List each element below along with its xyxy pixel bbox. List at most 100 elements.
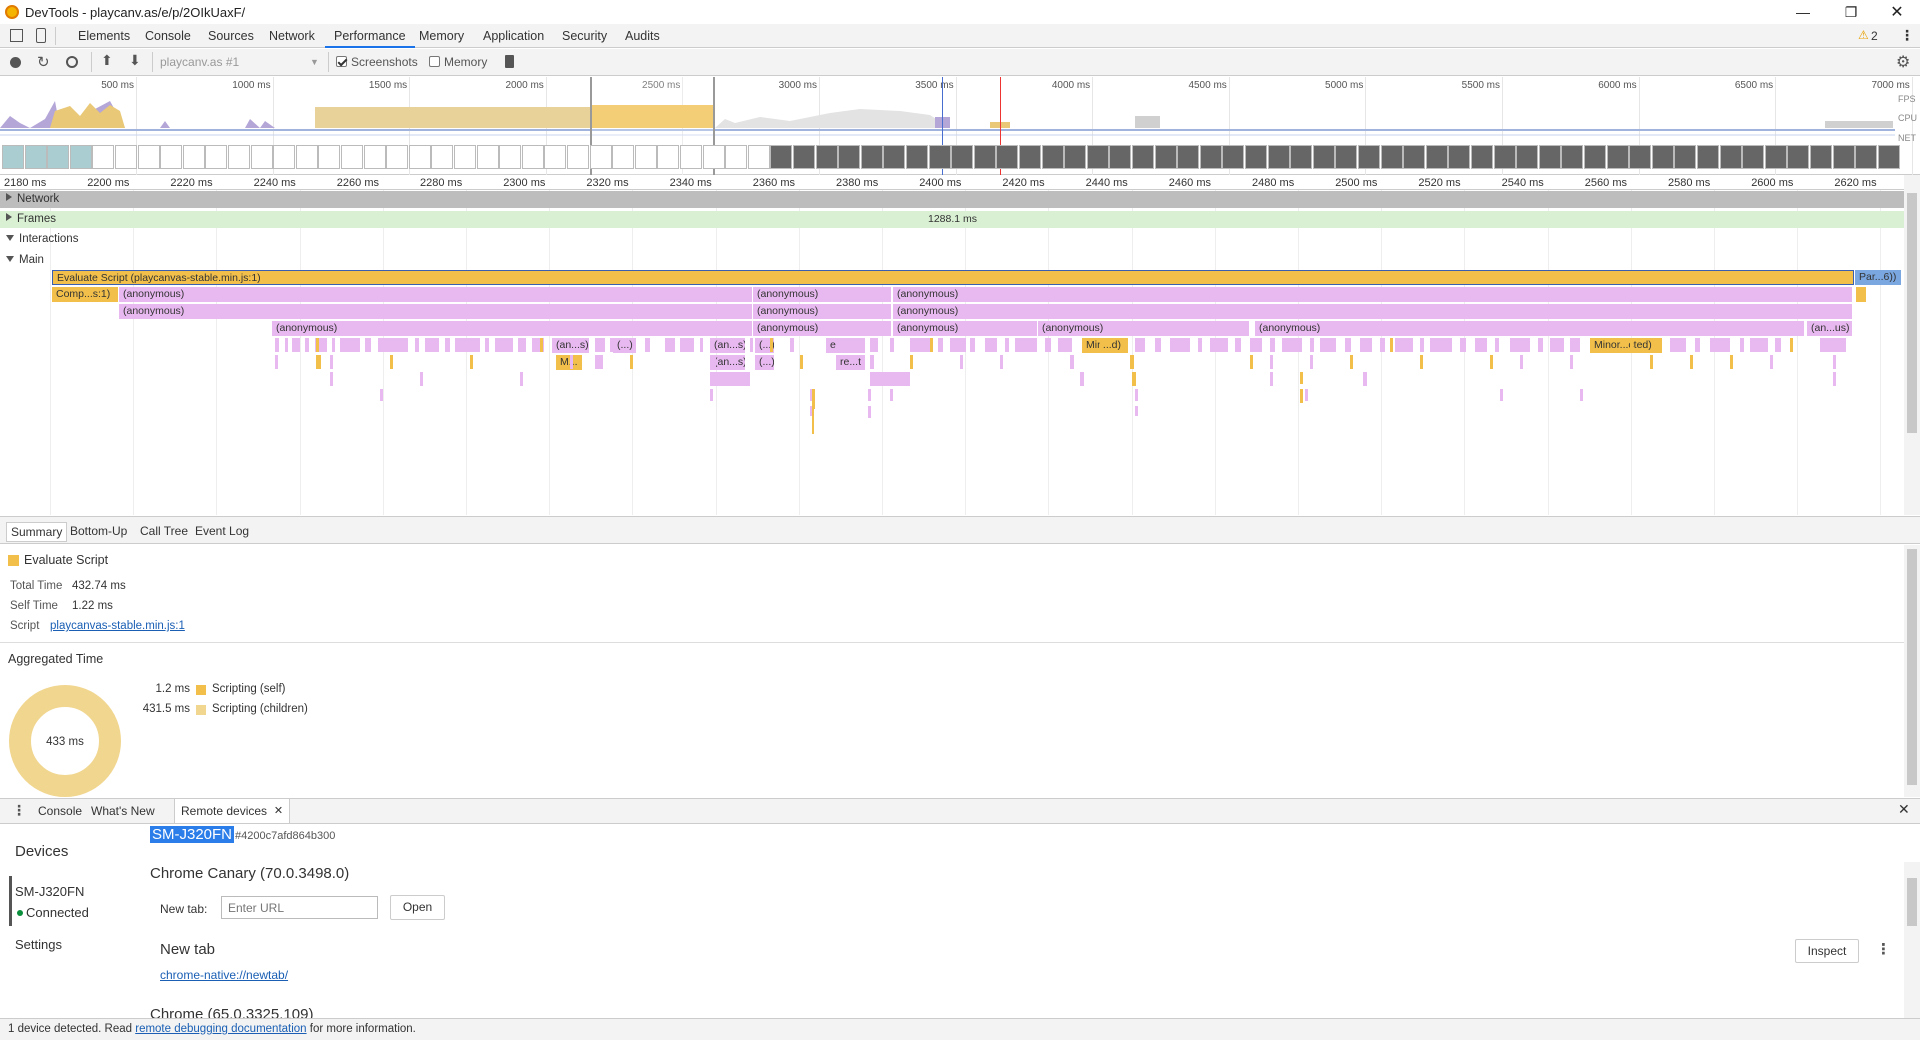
warning-count[interactable]: 2: [1871, 29, 1878, 43]
screenshot-thumbnail[interactable]: [1855, 145, 1878, 169]
screenshot-thumbnail[interactable]: [973, 145, 996, 169]
device-toolbar-icon[interactable]: [36, 28, 46, 43]
screenshot-thumbnail[interactable]: [1177, 145, 1200, 169]
chevron-down-icon[interactable]: ▼: [310, 57, 319, 67]
screenshot-thumbnail[interactable]: [634, 145, 657, 169]
screenshot-thumbnail[interactable]: [1132, 145, 1154, 169]
screenshot-thumbnail[interactable]: [318, 145, 341, 169]
capture-settings-gear-icon[interactable]: ⚙: [1896, 52, 1910, 72]
evaluate-script-event[interactable]: Evaluate Script (playcanvas-stable.min.j…: [52, 270, 1854, 285]
screenshot-thumbnail[interactable]: [793, 145, 815, 169]
remote-scrollbar[interactable]: [1904, 862, 1920, 1018]
tab-performance[interactable]: Performance: [325, 24, 415, 48]
screenshot-thumbnail[interactable]: [1086, 145, 1109, 169]
tab-console[interactable]: Console: [136, 24, 200, 48]
tab-network[interactable]: Network: [260, 24, 324, 48]
screenshot-thumbnail[interactable]: [1403, 145, 1426, 169]
screenshot-thumbnail[interactable]: [1448, 145, 1471, 169]
screenshot-thumbnail[interactable]: [702, 145, 725, 169]
drawer-tab-remote-devices[interactable]: Remote devices ✕: [174, 799, 291, 823]
reload-record-icon[interactable]: ↻: [37, 53, 50, 71]
inspect-element-icon[interactable]: [10, 29, 23, 42]
scrollbar-thumb[interactable]: [1907, 878, 1917, 926]
tab-sources[interactable]: Sources: [199, 24, 263, 48]
screenshot-thumbnail[interactable]: [1787, 145, 1810, 169]
flamechart-scrollbar[interactable]: [1904, 175, 1920, 515]
anonymous-event[interactable]: (anonymous): [893, 304, 1853, 319]
small-event[interactable]: [1856, 287, 1866, 302]
screenshot-thumbnail[interactable]: [1290, 145, 1313, 169]
sidebar-settings[interactable]: Settings: [15, 937, 62, 952]
screenshot-thumbnail[interactable]: [1019, 145, 1041, 169]
screenshot-thumbnail[interactable]: [838, 145, 861, 169]
screenshot-thumbnail[interactable]: [657, 145, 680, 169]
screenshot-thumbnail[interactable]: [1584, 145, 1606, 169]
screenshot-thumbnail[interactable]: [1810, 145, 1832, 169]
inspect-button[interactable]: Inspect: [1795, 939, 1859, 963]
screenshot-thumbnail[interactable]: [69, 145, 92, 169]
tab-elements[interactable]: Elements: [69, 24, 139, 48]
screenshot-thumbnail[interactable]: [1516, 145, 1539, 169]
screenshot-thumbnail[interactable]: [476, 145, 499, 169]
screenshot-thumbnail[interactable]: [1832, 145, 1855, 169]
screenshot-thumbnail[interactable]: [1199, 145, 1222, 169]
anonymous-event[interactable]: (anonymous): [753, 304, 892, 319]
tab-application[interactable]: Application: [474, 24, 553, 48]
anonymous-event[interactable]: (anonymous): [1038, 321, 1250, 336]
anonymous-event[interactable]: (anonymous): [893, 287, 1853, 302]
screenshot-thumbnail[interactable]: [1651, 145, 1674, 169]
screenshot-thumbnail[interactable]: [1629, 145, 1652, 169]
parse-event[interactable]: Par...6)): [1855, 270, 1901, 285]
screenshot-thumbnail[interactable]: [612, 145, 635, 169]
screenshot-thumbnail[interactable]: [115, 145, 137, 169]
screenshot-thumbnail[interactable]: [567, 145, 589, 169]
screenshot-thumbnail[interactable]: [137, 145, 160, 169]
screenshot-thumbnail[interactable]: [860, 145, 883, 169]
screenshot-thumbnail[interactable]: [1222, 145, 1245, 169]
scrollbar-thumb[interactable]: [1907, 549, 1917, 785]
screenshot-thumbnail[interactable]: [499, 145, 522, 169]
close-window-button[interactable]: ✕: [1874, 0, 1920, 24]
garbage-collect-icon[interactable]: [505, 55, 514, 68]
screenshot-thumbnail[interactable]: [1697, 145, 1719, 169]
screenshot-thumbnail[interactable]: [1742, 145, 1765, 169]
screenshot-thumbnail[interactable]: [205, 145, 228, 169]
script-link[interactable]: playcanvas-stable.min.js:1: [50, 620, 185, 632]
warning-icon[interactable]: ⚠: [1858, 28, 1869, 42]
collapse-triangle-icon[interactable]: [6, 235, 14, 241]
screenshot-thumbnail[interactable]: [1606, 145, 1629, 169]
summary-scrollbar[interactable]: [1904, 545, 1920, 797]
screenshot-thumbnail[interactable]: [386, 145, 409, 169]
screenshot-thumbnail[interactable]: [454, 145, 476, 169]
compile-event[interactable]: Comp...s:1): [52, 287, 118, 302]
screenshot-thumbnail[interactable]: [770, 145, 793, 169]
screenshot-thumbnail[interactable]: [521, 145, 544, 169]
screenshot-thumbnail[interactable]: [1471, 145, 1493, 169]
screenshot-thumbnail[interactable]: [1674, 145, 1697, 169]
screenshot-thumbnail[interactable]: [589, 145, 612, 169]
interactions-track-header[interactable]: Interactions: [0, 231, 1904, 248]
screenshot-thumbnail[interactable]: [295, 145, 318, 169]
anonymous-event[interactable]: (anonymous): [119, 304, 753, 319]
profile-select[interactable]: playcanv.as #1: [160, 55, 320, 69]
screenshot-thumbnail[interactable]: [24, 145, 47, 169]
screenshot-thumbnail[interactable]: [92, 145, 115, 169]
minimize-button[interactable]: —: [1780, 0, 1826, 24]
checkbox-unchecked-icon[interactable]: [429, 56, 440, 67]
screenshot-thumbnail[interactable]: [1764, 145, 1787, 169]
screenshot-thumbnail[interactable]: [1335, 145, 1358, 169]
screenshot-thumbnail[interactable]: [951, 145, 974, 169]
screenshot-thumbnail[interactable]: [906, 145, 928, 169]
close-drawer-icon[interactable]: ✕: [1898, 801, 1910, 818]
screenshot-thumbnail[interactable]: [680, 145, 702, 169]
new-tab-url-input[interactable]: [221, 896, 378, 919]
screenshot-thumbnail[interactable]: [1425, 145, 1448, 169]
screenshot-thumbnail[interactable]: [1358, 145, 1380, 169]
screenshot-thumbnail[interactable]: [1312, 145, 1335, 169]
screenshot-thumbnail[interactable]: [1561, 145, 1584, 169]
main-track-header[interactable]: Main: [0, 252, 1904, 269]
tab-audits[interactable]: Audits: [616, 24, 669, 48]
clear-icon[interactable]: [66, 56, 78, 68]
drawer-tab-whats-new[interactable]: What's New: [85, 799, 161, 823]
screenshot-thumbnail[interactable]: [1154, 145, 1177, 169]
